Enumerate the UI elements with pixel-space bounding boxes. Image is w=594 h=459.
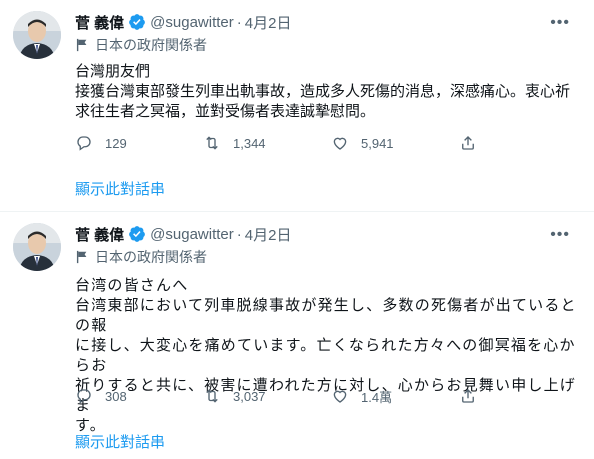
retweet-icon [206,389,218,403]
show-thread-link[interactable]: 顯示此對話串 [75,178,165,199]
verified-icon [129,14,146,30]
share-icon [462,389,474,403]
flag-icon [76,250,87,264]
like-icon [333,137,347,150]
flag-icon [76,38,87,52]
author-handle[interactable]: @sugawitter [150,226,234,243]
reply-icon [77,389,91,404]
retweet-count: 3,037 [233,388,266,404]
tweet-date[interactable]: 4月2日 [245,224,292,245]
tweet-line: 台灣朋友們 [75,63,151,80]
verified-icon [129,226,146,242]
tweet-line: に接し、大変心を痛めています。亡くなられた方々への御冥福を心からお [75,337,576,374]
reply-button[interactable]: 129 [75,134,203,152]
tweet-line: 台湾の皆さんへ [75,277,189,294]
show-thread-link[interactable]: 顯示此對話串 [75,431,165,452]
reply-count: 129 [105,135,127,151]
tweet-header: 菅 義偉 @sugawitter · 4月2日 ••• [75,224,584,244]
tweet[interactable]: 菅 義偉 @sugawitter · 4月2日 ••• 日本の政府関係者 台灣朋… [0,0,594,212]
reply-icon [77,136,91,151]
like-button[interactable]: 1.4萬 [331,387,459,406]
separator: · [236,225,242,243]
tweet-actions: 308 3,037 1.4萬 [75,386,587,406]
reply-count: 308 [105,388,127,404]
tweet-actions: 129 1,344 5,941 [75,133,587,153]
tweet-body: 台灣朋友們 接獲台灣東部發生列車出軌事故，造成多人死傷的消息，深感痛心。衷心祈 … [75,62,582,122]
tweet[interactable]: 菅 義偉 @sugawitter · 4月2日 ••• 日本の政府関係者 台湾の… [0,212,594,459]
retweet-button[interactable]: 3,037 [203,387,331,405]
tweet-date[interactable]: 4月2日 [245,12,292,33]
avatar[interactable] [13,223,61,271]
share-button[interactable] [459,387,587,405]
government-label-text: 日本の政府関係者 [95,249,207,265]
like-count: 5,941 [361,135,394,151]
share-button[interactable] [459,134,587,152]
government-label: 日本の政府関係者 [75,36,207,54]
tweet-header: 菅 義偉 @sugawitter · 4月2日 ••• [75,12,584,32]
like-button[interactable]: 5,941 [331,134,459,152]
tweet-line: 接獲台灣東部發生列車出軌事故，造成多人死傷的消息，深感痛心。衷心祈 [75,83,571,100]
government-label: 日本の政府関係者 [75,248,207,266]
reply-button[interactable]: 308 [75,387,203,405]
author-name[interactable]: 菅 義偉 [75,12,124,33]
separator: · [236,13,242,31]
retweet-count: 1,344 [233,135,266,151]
like-count: 1.4萬 [361,389,393,405]
retweet-button[interactable]: 1,344 [203,134,331,152]
share-icon [462,136,474,150]
author-handle[interactable]: @sugawitter [150,14,234,31]
like-icon [333,390,347,403]
government-label-text: 日本の政府関係者 [95,37,207,53]
more-icon[interactable]: ••• [550,14,570,32]
retweet-icon [206,136,218,150]
tweet-line: 求往生者之冥福，並對受傷者表達誠摯慰問。 [75,103,376,120]
more-icon[interactable]: ••• [550,226,570,244]
tweet-body: 台湾の皆さんへ 台湾東部において列車脱線事故が発生し、多数の死傷者が出ているとの… [75,276,582,436]
author-name[interactable]: 菅 義偉 [75,224,124,245]
avatar[interactable] [13,11,61,59]
tweet-line: 台湾東部において列車脱線事故が発生し、多数の死傷者が出ているとの報 [75,297,577,334]
